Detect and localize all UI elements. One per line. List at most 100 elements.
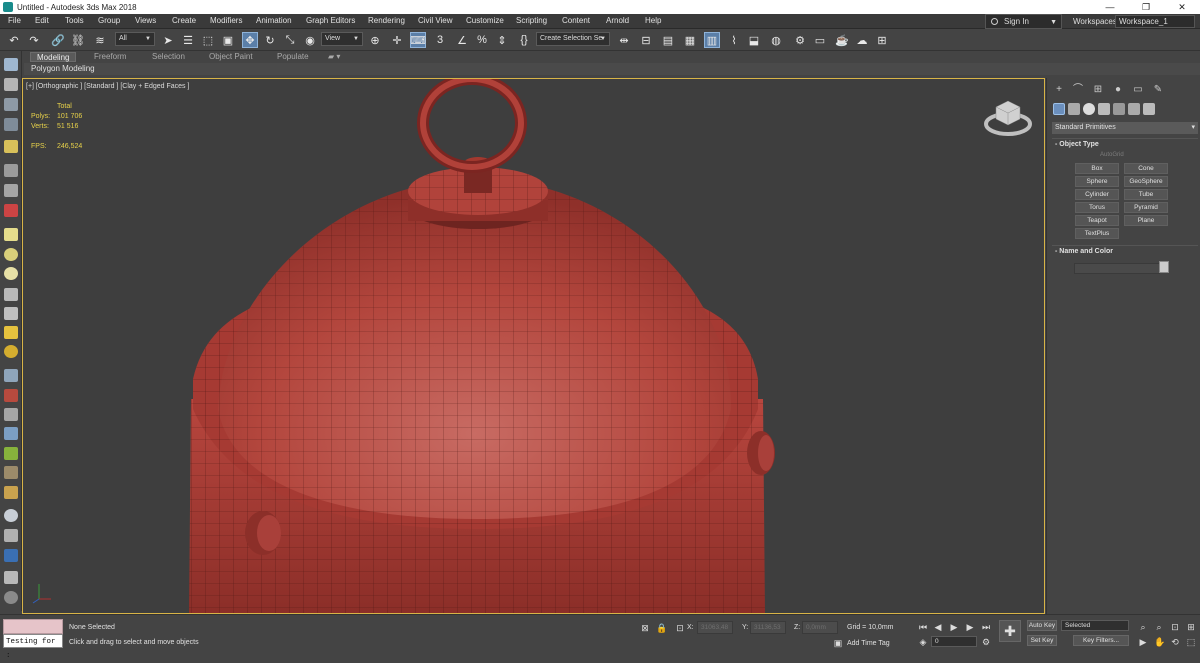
viewcube[interactable] xyxy=(984,100,1032,136)
minimize-button[interactable]: — xyxy=(1092,0,1128,14)
utilities-tab-icon[interactable]: ✎ xyxy=(1151,83,1165,97)
window-crossing-icon[interactable]: ▣ xyxy=(220,32,236,48)
go-to-end-icon[interactable]: ⏭ xyxy=(981,622,991,632)
render-production-icon[interactable]: ☕ xyxy=(834,32,850,48)
menu-file[interactable]: File xyxy=(8,16,21,25)
auto-key-button[interactable]: Auto Key xyxy=(1027,620,1057,631)
plane-button[interactable]: Plane xyxy=(1124,215,1168,226)
select-and-rotate-icon[interactable]: ↻ xyxy=(262,32,278,48)
grid-icon[interactable] xyxy=(4,288,18,301)
mirror-icon[interactable]: ⇹ xyxy=(616,32,632,48)
spinner-snap-icon[interactable]: ⇕ xyxy=(494,32,510,48)
object-color-swatch[interactable] xyxy=(1159,261,1169,273)
sign-in-dropdown[interactable]: Sign In ▼ xyxy=(985,14,1062,29)
cone-button[interactable]: Cone xyxy=(1124,163,1168,174)
lights-category-icon[interactable] xyxy=(1083,103,1095,115)
box-button[interactable]: Box xyxy=(1075,163,1119,174)
undo-icon[interactable]: ↶ xyxy=(6,32,22,48)
select-and-place-icon[interactable]: ◉ xyxy=(302,32,318,48)
menu-create[interactable]: Create xyxy=(172,16,196,25)
shapes-category-icon[interactable] xyxy=(1068,103,1080,115)
name-and-color-rollout[interactable]: - Name and Color xyxy=(1052,245,1198,257)
link-icon[interactable]: 🔗 xyxy=(50,32,66,48)
material-editor-icon[interactable]: ◍ xyxy=(768,32,784,48)
workspace-select[interactable]: Workspace_1 xyxy=(1115,15,1195,28)
restore-button[interactable]: ❐ xyxy=(1128,0,1164,14)
pivot-center-icon[interactable]: ⊕ xyxy=(367,32,383,48)
mass-fx-icon[interactable] xyxy=(4,486,18,499)
curve-editor-icon[interactable]: ⌇ xyxy=(726,32,742,48)
tab-populate[interactable]: Populate xyxy=(271,52,315,62)
perspective-viewport[interactable]: [+] [Orthographic ] [Standard ] [Clay + … xyxy=(22,78,1045,614)
arnold-icon[interactable] xyxy=(4,549,18,562)
primitive-category-dropdown[interactable]: Standard Primitives ▾ xyxy=(1052,122,1198,134)
sun-icon[interactable] xyxy=(4,326,18,339)
create-tab-icon[interactable]: + xyxy=(1052,83,1066,97)
list-icon[interactable] xyxy=(4,98,18,111)
reference-coordinate-dropdown[interactable]: View ▼ xyxy=(321,32,363,46)
pyramid-button[interactable]: Pyramid xyxy=(1124,202,1168,213)
selection-filter-dropdown[interactable]: All ▼ xyxy=(115,32,155,46)
layers-icon[interactable] xyxy=(4,118,18,131)
space-warps-category-icon[interactable] xyxy=(1128,103,1140,115)
populate-icon[interactable] xyxy=(4,466,18,479)
modify-tab-icon[interactable]: ⌒ xyxy=(1071,83,1085,97)
previous-frame-icon[interactable]: ◀ xyxy=(933,622,943,632)
current-frame-field[interactable]: 0 xyxy=(931,636,977,647)
bind-space-warp-icon[interactable]: ≋ xyxy=(92,32,108,48)
isolate-selection-icon[interactable]: ⊠ xyxy=(640,623,650,633)
spot-icon[interactable] xyxy=(4,307,18,320)
geometry-icon[interactable] xyxy=(4,204,18,217)
rectangular-selection-icon[interactable]: ⬚ xyxy=(200,32,216,48)
keyboard-shortcut-override-icon[interactable]: ⌨ xyxy=(410,32,426,48)
menu-views[interactable]: Views xyxy=(135,16,156,25)
render-setup-icon[interactable]: ⚙ xyxy=(792,32,808,48)
toggle-ribbon-icon[interactable]: ▥ xyxy=(704,32,720,48)
menu-scripting[interactable]: Scripting xyxy=(516,16,547,25)
close-button[interactable]: ✕ xyxy=(1164,0,1200,14)
sphere-light-icon[interactable] xyxy=(4,248,18,261)
torus-button[interactable]: Torus xyxy=(1075,202,1119,213)
ribbon-options-icon[interactable]: ▰ ▾ xyxy=(322,52,346,62)
render-iterative-icon[interactable]: ☁ xyxy=(854,32,870,48)
layer-explorer-icon[interactable]: ▦ xyxy=(682,32,698,48)
hair-icon[interactable] xyxy=(4,447,18,460)
cameras-category-icon[interactable] xyxy=(1098,103,1110,115)
select-and-scale-icon[interactable]: ⤡ xyxy=(282,32,298,48)
menu-modifiers[interactable]: Modifiers xyxy=(210,16,242,25)
menu-customize[interactable]: Customize xyxy=(466,16,504,25)
edit-named-selection-icon[interactable]: {} xyxy=(516,32,532,48)
menu-group[interactable]: Group xyxy=(98,16,120,25)
polygon-modeling-label[interactable]: Polygon Modeling xyxy=(31,64,95,73)
scene-explorer-icon[interactable]: ▤ xyxy=(660,32,676,48)
systems-icon[interactable] xyxy=(4,408,18,421)
select-manipulate-icon[interactable]: ✛ xyxy=(389,32,405,48)
viewport-icon[interactable] xyxy=(4,58,18,71)
motion-tab-icon[interactable]: ● xyxy=(1111,83,1125,97)
create-icon[interactable] xyxy=(4,78,18,91)
time-tag-icon[interactable]: ▣ xyxy=(833,638,843,648)
camera-icon[interactable] xyxy=(4,164,18,177)
select-by-name-icon[interactable]: ☰ xyxy=(180,32,196,48)
zoom-extents-all-icon[interactable]: ⊞ xyxy=(1186,622,1196,632)
zoom-all-icon[interactable]: ⌕ xyxy=(1154,622,1164,632)
menu-graph-editors[interactable]: Graph Editors xyxy=(306,16,355,25)
maxscript-mini-listener[interactable]: Testing for : xyxy=(3,634,63,660)
object-name-field[interactable] xyxy=(1074,263,1160,274)
zoom-extents-icon[interactable]: ⊡ xyxy=(1170,622,1180,632)
align-icon[interactable]: ⊟ xyxy=(638,32,654,48)
helpers-category-icon[interactable] xyxy=(1113,103,1125,115)
info-icon[interactable] xyxy=(4,591,18,604)
dynamics-icon[interactable] xyxy=(4,389,18,402)
redo-icon[interactable]: ↷ xyxy=(26,32,42,48)
tools-icon[interactable] xyxy=(4,571,18,584)
zoom-icon[interactable]: ⌕ xyxy=(1138,622,1148,632)
shape-icon[interactable] xyxy=(4,228,18,241)
set-key-button[interactable]: Set Key xyxy=(1027,635,1057,646)
menu-tools[interactable]: Tools xyxy=(65,16,84,25)
named-selection-dropdown[interactable]: Create Selection Se ▼ xyxy=(536,32,610,46)
hierarchy-tab-icon[interactable]: ⊞ xyxy=(1091,83,1105,97)
menu-rendering[interactable]: Rendering xyxy=(368,16,405,25)
helper-icon[interactable] xyxy=(4,184,18,197)
light-icon[interactable] xyxy=(4,140,18,153)
